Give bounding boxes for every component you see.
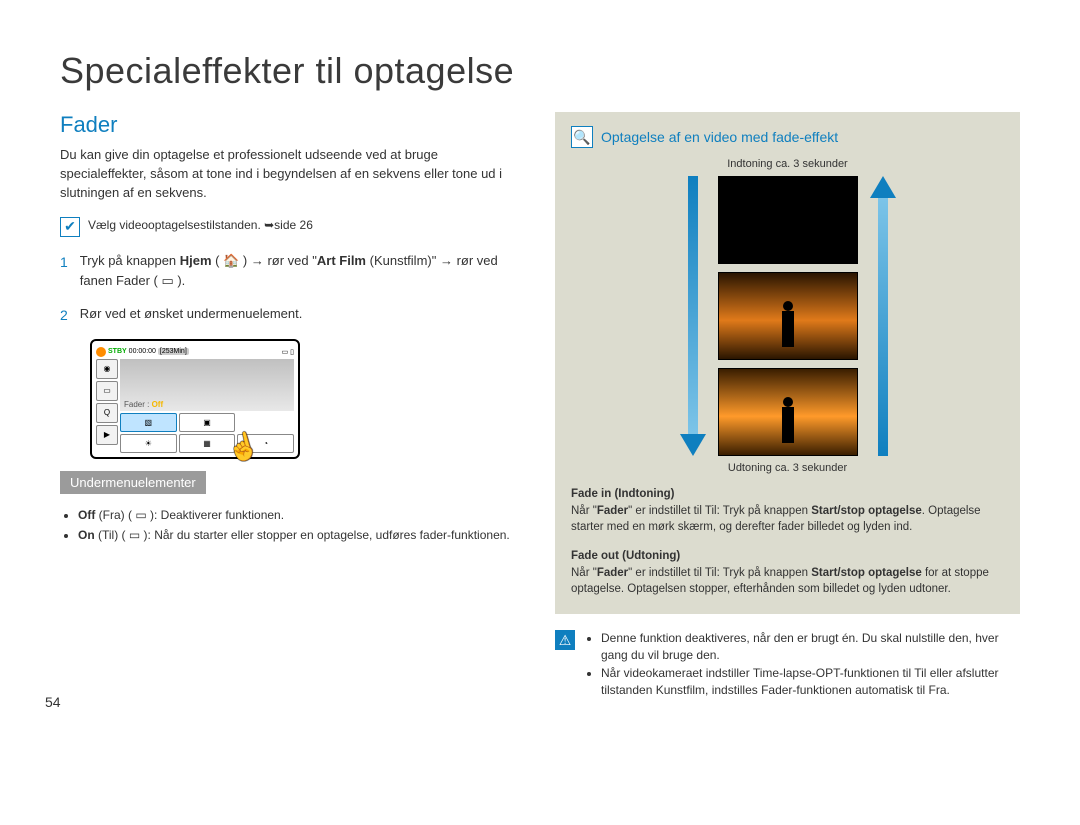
example-panel: 🔍 Optagelse af en video med fade-effekt … [555, 112, 1020, 614]
intro-text: Du kan give din optagelse et professione… [60, 146, 525, 203]
battery-icon: ▭ ▯ [282, 348, 294, 356]
section-heading: Fader [60, 112, 525, 138]
lcd-time: 00:00:00 [129, 348, 156, 355]
record-mode-icon [96, 347, 106, 357]
warning-row: ⚠ Denne funktion deaktiveres, når den er… [555, 630, 1020, 700]
warning-list: Denne funktion deaktiveres, når den er b… [585, 630, 1020, 700]
step-number: 2 [60, 304, 68, 326]
step-1-text: Tryk på knappen Hjem ( 🏠 ) → rør ved "Ar… [80, 251, 525, 293]
check-icon: ✔ [60, 217, 80, 237]
page-number: 54 [45, 694, 61, 710]
arrow-down-icon [680, 176, 706, 456]
fadein-block: Fade in (Indtoning) Når "Fader" er indst… [571, 486, 1004, 536]
fade-diagram [571, 176, 1004, 456]
warning-item: Denne funktion deaktiveres, når den er b… [601, 630, 1020, 665]
stby-label: STBY [108, 348, 127, 355]
step-number: 1 [60, 251, 68, 293]
warning-icon: ⚠ [555, 630, 575, 650]
arrow-up-icon [870, 176, 896, 456]
warning-item: Når videokameraet indstiller Time-lapse-… [601, 665, 1020, 700]
step-2-text: Rør ved et ønsket undermenuelement. [80, 304, 525, 326]
submenu-item-off: Off (Fra) ( ▭ ): Deaktiverer funktionen. [78, 506, 525, 524]
preset-row: ✔ Vælg videooptagelsestilstanden. ➥side … [60, 217, 525, 237]
panel-title: Optagelse af en video med fade-effekt [601, 129, 838, 145]
lcd-option-cell: ☀ [120, 434, 177, 453]
fadeout-caption: Udtoning ca. 3 sekunder [571, 462, 1004, 474]
submenu-header: Undermenuelementer [60, 471, 206, 494]
step-2: 2 Rør ved et ønsket undermenuelement. [60, 304, 525, 326]
right-column: 🔍 Optagelse af en video med fade-effekt … [555, 112, 1020, 700]
submenu-item-on: On (Til) ( ▭ ): Når du starter eller sto… [78, 526, 525, 544]
fadein-caption: Indtoning ca. 3 sekunder [571, 158, 1004, 170]
lcd-scene: Fader : Off [120, 359, 294, 411]
step-1: 1 Tryk på knappen Hjem ( 🏠 ) → rør ved "… [60, 251, 525, 293]
lcd-side-btn: ◉ [96, 359, 118, 379]
fadeout-block: Fade out (Udtoning) Når "Fader" er indst… [571, 548, 1004, 598]
lcd-side-btn: ▭ [96, 381, 118, 401]
lcd-remain: [253Min] [158, 348, 189, 355]
left-column: Fader Du kan give din optagelse et profe… [60, 112, 525, 700]
fader-on-cell: ▣ [179, 413, 236, 432]
lcd-preview: STBY 00:00:00 [253Min] ▭ ▯ ◉ ▭ Q ▶ Fader… [90, 339, 300, 459]
fader-off-cell: ▧ [120, 413, 177, 432]
preset-text: Vælg videooptagelsestilstanden. ➥side 26 [88, 217, 313, 234]
submenu-list: Off (Fra) ( ▭ ): Deaktiverer funktionen.… [60, 506, 525, 544]
page-title: Specialeffekter til optagelse [60, 50, 1020, 92]
lcd-side-btn: Q [96, 403, 118, 423]
lcd-sidebar: ◉ ▭ Q ▶ [96, 359, 118, 453]
lcd-side-btn: ▶ [96, 425, 118, 445]
frame-mid [718, 272, 858, 360]
frame-bright [718, 368, 858, 456]
frame-dark [718, 176, 858, 264]
magnifier-icon: 🔍 [571, 126, 593, 148]
